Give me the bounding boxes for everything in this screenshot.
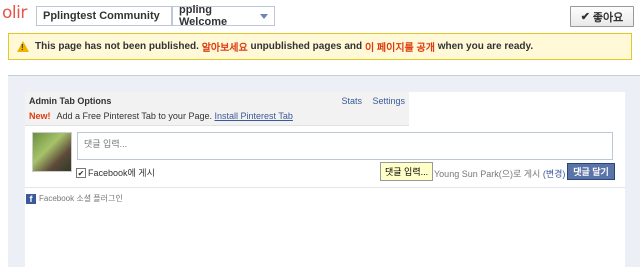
change-identity-link[interactable]: (변경) [543,169,566,179]
page-content-area: Admin Tab Options Stats Settings New! Ad… [8,75,640,267]
settings-link[interactable]: Settings [372,96,405,106]
admin-links: Stats Settings [333,96,405,106]
post-to-facebook-checkbox[interactable]: ✔ Facebook에 게시 [76,166,155,179]
warning-icon [17,41,29,52]
warning-text-3: when you are ready. [437,41,534,52]
checkmark-icon: ✔ [580,11,590,23]
warning-text-2: unpublished pages and [250,41,363,52]
pinterest-promo: New! Add a Free Pinterest Tab to your Pa… [29,111,293,121]
breadcrumb-community[interactable]: Pplingtest Community [36,6,172,26]
comment-input[interactable]: 댓글 입력... [77,132,613,160]
post-as-info: Young Sun Park(으)로 게시 (변경) [434,167,565,180]
admin-title: Admin Tab Options [29,96,112,106]
brand-logo[interactable]: olir [2,3,27,23]
like-button[interactable]: ✔ 좋아요 [570,6,634,27]
promo-text: Add a Free Pinterest Tab to your Page. [56,111,212,121]
breadcrumb-community-label: Pplingtest Community [43,10,160,22]
input-tooltip: 댓글 입력... [380,162,434,181]
post-as-name: Young Sun Park(으)로 게시 [434,169,541,179]
warning-text-1: This page has not been published. [35,41,199,52]
learn-more-link[interactable]: 알아보세요 [202,39,248,54]
post-to-facebook-label: Facebook에 게시 [88,168,155,178]
admin-tab-options: Admin Tab Options Stats Settings New! Ad… [25,92,409,126]
stats-link[interactable]: Stats [341,96,362,106]
checkbox-checked-icon[interactable]: ✔ [76,167,86,178]
avatar[interactable] [32,132,72,172]
post-comment-button[interactable]: 댓글 달기 [567,163,615,180]
install-pinterest-link[interactable]: Install Pinterest Tab [214,111,292,121]
social-plugin-footer[interactable]: f Facebook 소셜 플러그인 [26,193,123,204]
chevron-down-icon [260,13,268,19]
divider [25,187,625,188]
top-bar: olir Pplingtest Community ppling Welcome… [0,0,640,33]
unpublished-warning-banner: This page has not been published. 알아보세요 … [8,33,632,60]
publish-page-link[interactable]: 이 페이지를 공개 [365,39,435,54]
breadcrumb-page-label: ppling Welcome [179,4,228,28]
app-panel: Admin Tab Options Stats Settings New! Ad… [25,92,625,267]
facebook-icon: f [26,193,36,204]
new-badge: New! [29,111,51,121]
breadcrumb-page-select[interactable]: ppling Welcome [172,4,275,28]
like-button-label: 좋아요 [592,11,624,24]
social-plugin-label: Facebook 소셜 플러그인 [39,194,123,203]
